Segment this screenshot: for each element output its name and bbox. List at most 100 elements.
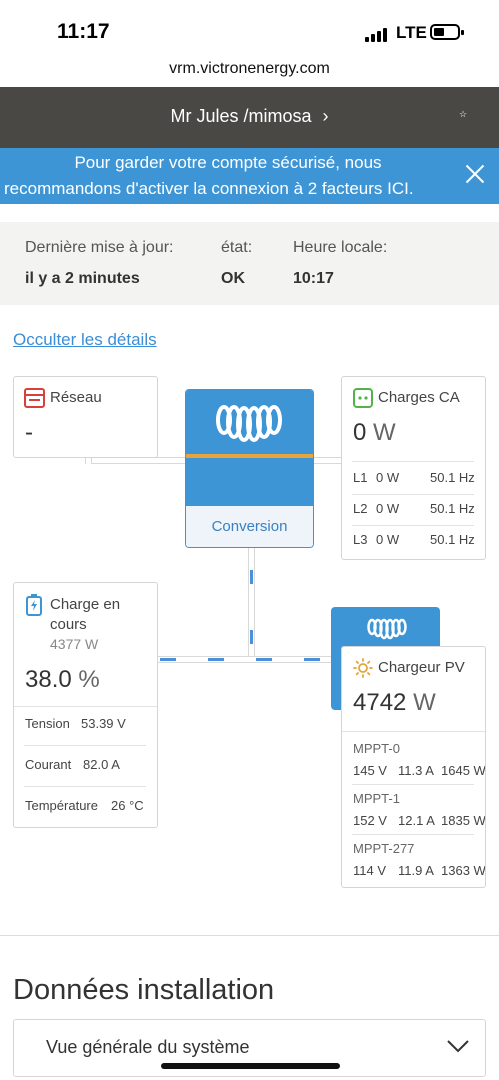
pv-charger-title: Chargeur PV: [378, 659, 465, 676]
network-label: LTE: [396, 23, 427, 42]
battery-row-label: Courant: [25, 757, 72, 772]
mppt-current: 11.9 A: [398, 863, 434, 878]
phase-name: L3: [353, 532, 368, 547]
ac-loads-unit: W: [373, 419, 396, 446]
flow-indicator: [160, 658, 176, 661]
divider: [352, 525, 474, 526]
local-time-value: 10:17: [293, 270, 334, 287]
battery-soc-value: 38.0: [25, 666, 72, 693]
phase-freq: 50.1 Hz: [430, 470, 475, 485]
battery-power: 4377 W: [50, 636, 99, 652]
ac-loads-title: Charges CA: [378, 389, 460, 406]
ac-loads-value: 0: [353, 419, 367, 446]
grid-wire: [85, 457, 186, 464]
inverter-label: Conversion: [186, 505, 313, 547]
signal-icon: [365, 26, 389, 42]
site-title-button[interactable]: Mr Jules /mimosa ›: [0, 106, 499, 127]
flow-indicator: [250, 630, 253, 644]
battery-title-line-2: cours: [50, 616, 87, 633]
toggle-details-link[interactable]: Occulter les détails: [13, 330, 157, 350]
home-indicator[interactable]: [161, 1063, 340, 1069]
banner-line-1: Pour garder votre compte sécurisé, nous: [74, 153, 382, 172]
local-time-label: Heure locale:: [293, 239, 388, 256]
mppt-voltage: 152 V: [353, 813, 387, 828]
local-time: Heure locale: 10:17: [293, 239, 387, 288]
sun-icon: [353, 658, 373, 678]
status-bar: 11:17 LTE: [0, 0, 499, 55]
mppt-item: MPPT-0 145 V 11.3 A 1645 W: [342, 739, 485, 783]
chevron-right-icon: ›: [322, 106, 329, 126]
inverter-body: [186, 458, 313, 505]
mppt-voltage: 114 V: [353, 863, 387, 878]
phase-freq: 50.1 Hz: [430, 532, 475, 547]
battery-row-value: 82.0 A: [83, 757, 120, 772]
installation-title: Données installation: [13, 974, 275, 1006]
last-update: Dernière mise à jour: il y a 2 minutes: [25, 239, 174, 288]
last-update-label: Dernière mise à jour:: [25, 239, 174, 256]
ac-loads-wire: [313, 457, 343, 464]
pv-charger-card[interactable]: Chargeur PV 4742 W MPPT-0 145 V 11.3 A 1…: [341, 646, 486, 888]
mppt-name: MPPT-1: [353, 791, 400, 806]
phase-row: L1 0 W 50.1 Hz: [342, 470, 485, 490]
phase-name: L2: [353, 501, 368, 516]
victron-logo: [367, 618, 407, 640]
mppt-name: MPPT-277: [353, 841, 415, 856]
grid-card[interactable]: Réseau -: [13, 376, 158, 458]
phase-freq: 50.1 Hz: [430, 501, 475, 516]
ac-loads-icon: [353, 388, 373, 408]
phase-power: 0 W: [376, 532, 400, 547]
star-icon[interactable]: ☆: [459, 109, 467, 120]
section-divider: [0, 935, 499, 936]
divider: [352, 834, 474, 835]
phase-row: L3 0 W 50.1 Hz: [342, 532, 485, 552]
ac-loads-card[interactable]: Charges CA 0 W L1 0 W 50.1 Hz L2 0 W 50.…: [341, 376, 486, 560]
inverter-top: [186, 390, 313, 454]
battery-soc: 38.0 %: [25, 666, 100, 694]
victron-logo: [216, 405, 282, 442]
phase-power: 0 W: [376, 501, 400, 516]
banner-text: Pour garder votre compte sécurisé, nous …: [0, 150, 456, 202]
url-text: vrm.victronenergy.com: [169, 60, 330, 77]
battery-row-label: Température: [25, 798, 98, 813]
flow-indicator: [208, 658, 224, 661]
state: état: OK: [221, 239, 252, 288]
site-header: Mr Jules /mimosa › ☆: [0, 87, 499, 148]
battery-soc-unit: %: [78, 666, 100, 693]
divider: [24, 786, 146, 787]
pv-charger-unit: W: [413, 689, 436, 716]
state-label: état:: [221, 239, 253, 256]
page: 11:17 LTE vrm.victronenergy.com Mr Jules…: [0, 0, 499, 1080]
battery-title: Charge en cours: [50, 595, 120, 635]
two-factor-banner[interactable]: Pour garder votre compte sécurisé, nous …: [0, 148, 499, 204]
battery-row-label: Tension: [25, 716, 70, 731]
banner-line-2: recommandons d'activer la connexion à 2 …: [4, 179, 414, 198]
inverter-card[interactable]: Conversion: [185, 389, 314, 548]
battery-card[interactable]: Charge en cours 4377 W 38.0 % Tension 53…: [13, 582, 158, 828]
battery-row: Courant 82.0 A: [14, 757, 157, 777]
grid-value: -: [25, 419, 33, 446]
flow-indicator: [250, 570, 253, 584]
phase-power: 0 W: [376, 470, 400, 485]
pv-charger-value: 4742: [353, 689, 407, 716]
mppt-power: 1645 W: [441, 763, 486, 778]
pv-charger-total: 4742 W: [353, 689, 436, 717]
battery-row-value: 26 °C: [111, 798, 144, 813]
mppt-item: MPPT-277 114 V 11.9 A 1363 W: [342, 839, 485, 883]
mppt-current: 11.3 A: [398, 763, 434, 778]
state-value: OK: [221, 270, 245, 287]
phase-name: L1: [353, 470, 368, 485]
url-bar[interactable]: vrm.victronenergy.com: [0, 55, 499, 87]
divider: [14, 706, 157, 707]
divider: [352, 461, 474, 462]
mppt-item: MPPT-1 152 V 12.1 A 1835 W: [342, 789, 485, 833]
dc-bus-wire: [248, 547, 255, 663]
close-icon[interactable]: [462, 161, 488, 187]
site-title: Mr Jules /mimosa: [170, 106, 312, 126]
battery-title-line-1: Charge en: [50, 596, 121, 613]
mppt-power: 1363 W: [441, 863, 486, 878]
mppt-name: MPPT-0: [353, 741, 400, 756]
battery-row-value: 53.39 V: [81, 716, 126, 731]
last-update-value: il y a 2 minutes: [25, 270, 140, 287]
battery-row: Tension 53.39 V: [14, 716, 157, 736]
battery-row: Température 26 °C: [14, 798, 157, 818]
